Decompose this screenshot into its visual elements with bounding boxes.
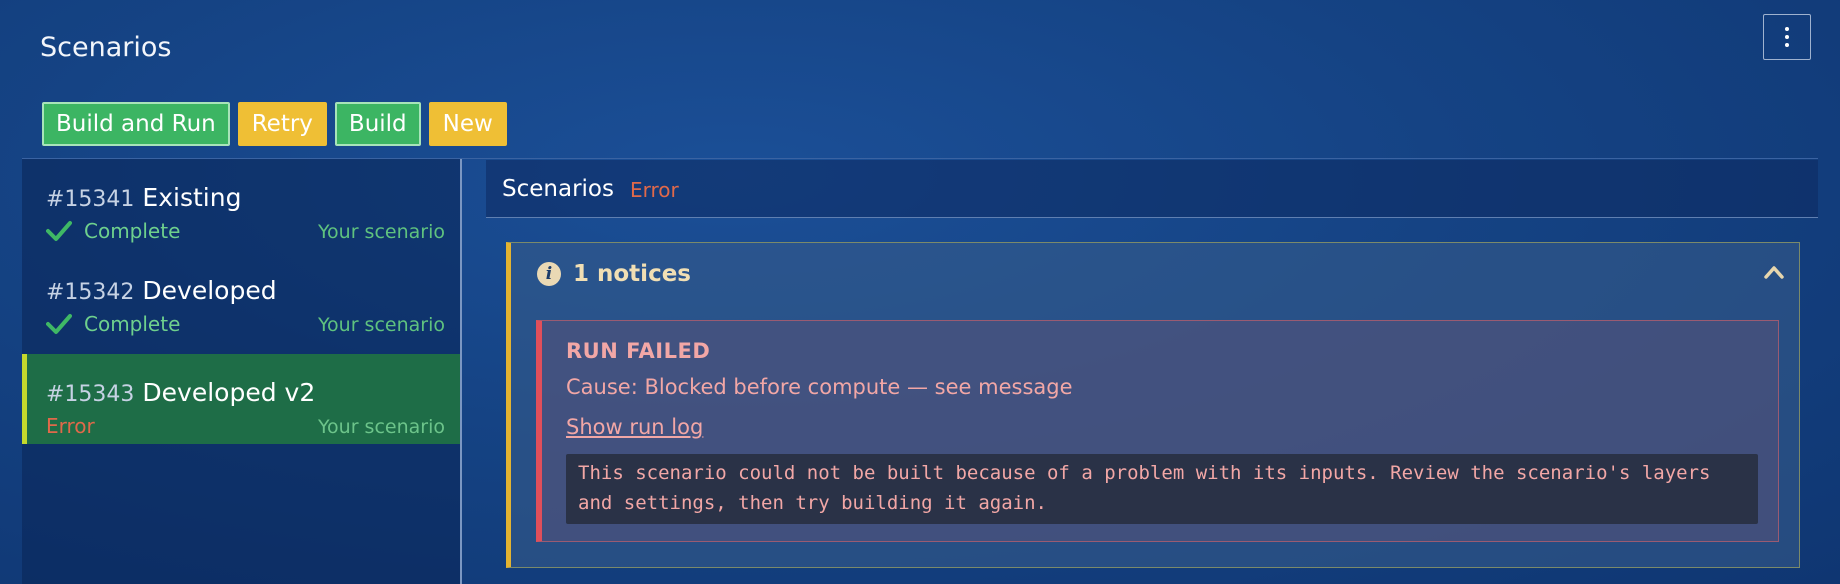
- error-cause: Cause: Blocked before compute — see mess…: [566, 375, 1073, 399]
- owner-label: Your scenario: [317, 416, 445, 438]
- owner-label: Your scenario: [317, 314, 445, 336]
- build-and-run-button[interactable]: Build and Run: [42, 102, 230, 146]
- error-title: RUN FAILED: [566, 339, 711, 363]
- list-item-15342[interactable]: #15342 Developed Complete Your scenario: [22, 252, 460, 342]
- build-button[interactable]: Build: [334, 102, 421, 146]
- scenario-name: Developed v2: [142, 378, 316, 407]
- sidebar-divider: [460, 159, 462, 584]
- scenarios-panel: Scenarios Build and Run Retry Build New …: [0, 0, 1840, 584]
- item-header: #15343 Developed v2: [46, 378, 315, 407]
- new-button[interactable]: New: [428, 102, 507, 146]
- status-text: Complete: [84, 219, 181, 243]
- page-title: Scenarios: [40, 32, 172, 63]
- scenario-number: #15341: [46, 187, 135, 212]
- scenario-name: Existing: [142, 183, 242, 212]
- show-run-log-link[interactable]: Show run log: [566, 415, 703, 439]
- scenario-list: #15341 Existing Complete Your scenario #…: [22, 159, 460, 584]
- detail-status: Error: [630, 178, 679, 202]
- status-text: Error: [46, 414, 95, 438]
- checkmark-icon: [46, 314, 72, 334]
- kebab-menu-icon: [1785, 27, 1789, 47]
- detail-title: Scenarios: [502, 176, 614, 202]
- retry-button[interactable]: Retry: [237, 102, 327, 146]
- action-toolbar: Build and Run Retry Build New: [42, 102, 507, 146]
- notices-panel: i 1 notices RUN FAILED Cause: Blocked be…: [506, 242, 1800, 568]
- scenario-number: #15343: [46, 382, 135, 407]
- item-header: #15342 Developed: [46, 276, 277, 305]
- checkmark-icon: [46, 221, 72, 241]
- scenario-name: Developed: [142, 276, 277, 305]
- item-header: #15341 Existing: [46, 183, 241, 212]
- status-badge: Error: [46, 414, 95, 438]
- notices-title: 1 notices: [573, 261, 691, 287]
- list-item-15341[interactable]: #15341 Existing Complete Your scenario: [22, 159, 460, 249]
- scenario-number: #15342: [46, 280, 135, 305]
- status-badge: Complete: [46, 219, 180, 243]
- notices-header[interactable]: i 1 notices: [537, 261, 691, 287]
- status-badge: Complete: [46, 312, 180, 336]
- list-item-15343[interactable]: #15343 Developed v2 Error Your scenario: [22, 354, 460, 444]
- error-message: This scenario could not be built because…: [566, 454, 1758, 524]
- more-options-button[interactable]: [1763, 14, 1811, 60]
- error-notice: RUN FAILED Cause: Blocked before compute…: [536, 320, 1779, 542]
- detail-header: Scenarios Error: [486, 160, 1818, 218]
- chevron-up-icon[interactable]: [1763, 263, 1785, 281]
- info-icon: i: [537, 262, 561, 286]
- owner-label: Your scenario: [317, 221, 445, 243]
- status-text: Complete: [84, 312, 181, 336]
